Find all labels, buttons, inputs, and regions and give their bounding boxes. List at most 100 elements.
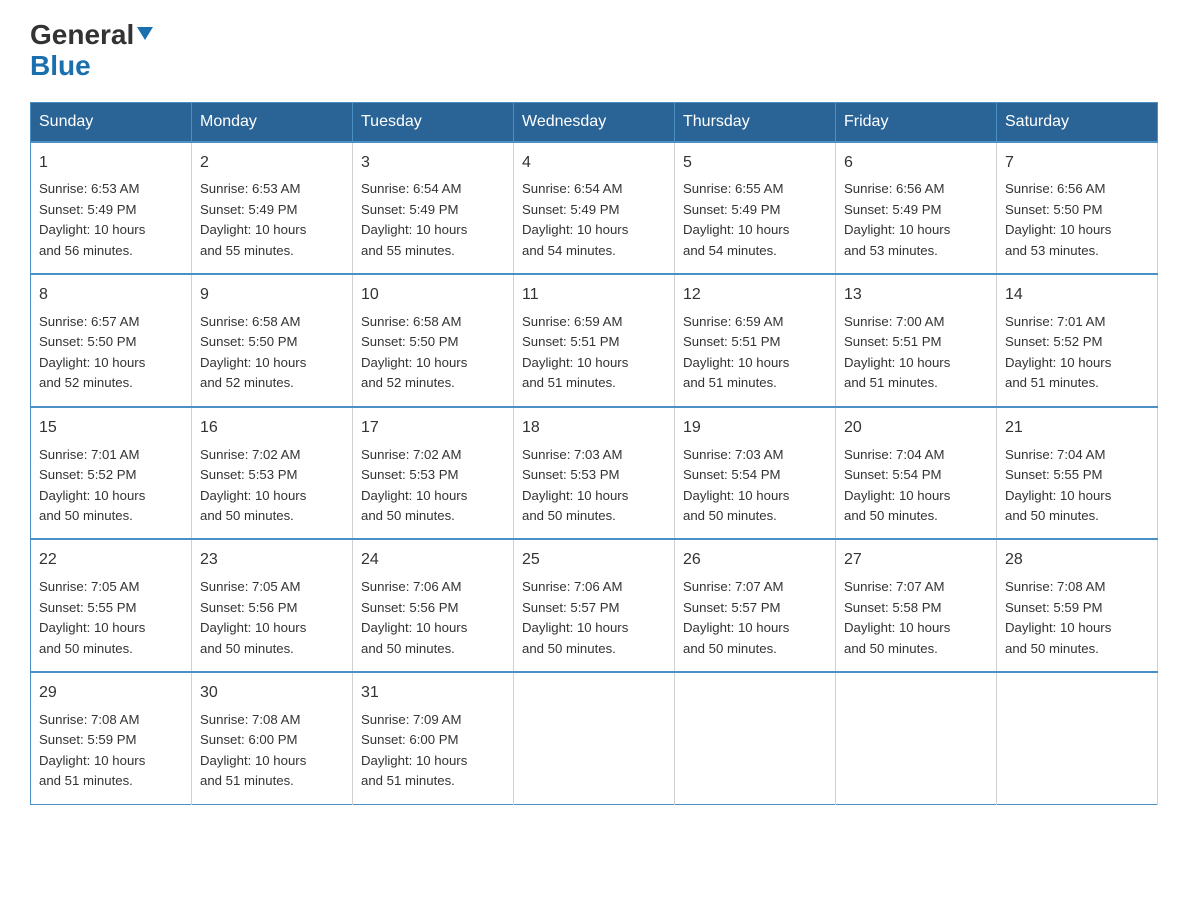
header-monday: Monday [192, 102, 353, 142]
day-info: Sunrise: 6:53 AMSunset: 5:49 PMDaylight:… [200, 179, 344, 261]
calendar-cell: 19 Sunrise: 7:03 AMSunset: 5:54 PMDayligh… [675, 407, 836, 540]
calendar-cell: 31Sunrise: 7:09 AMSunset: 6:00 PMDayligh… [353, 672, 514, 804]
calendar-header-row: SundayMondayTuesdayWednesdayThursdayFrid… [31, 102, 1158, 142]
calendar-cell: 24 Sunrise: 7:06 AMSunset: 5:56 PMDayligh… [353, 539, 514, 672]
calendar-cell: 21Sunrise: 7:04 AMSunset: 5:55 PMDayligh… [997, 407, 1158, 540]
day-number: 19 [683, 416, 827, 441]
day-info: Sunrise: 7:07 AMSunset: 5:58 PMDaylight:… [844, 577, 988, 659]
day-info: Sunrise: 6:57 AMSunset: 5:50 PMDaylight:… [39, 312, 183, 394]
calendar-cell: 2 Sunrise: 6:53 AMSunset: 5:49 PMDaylight… [192, 142, 353, 275]
calendar-week-row: 22 Sunrise: 7:05 AMSunset: 5:55 PMDayligh… [31, 539, 1158, 672]
calendar-cell: 11 Sunrise: 6:59 AMSunset: 5:51 PMDayligh… [514, 274, 675, 407]
day-number: 16 [200, 416, 344, 441]
header-wednesday: Wednesday [514, 102, 675, 142]
calendar-cell: 18 Sunrise: 7:03 AMSunset: 5:53 PMDayligh… [514, 407, 675, 540]
day-info: Sunrise: 7:07 AMSunset: 5:57 PMDaylight:… [683, 577, 827, 659]
day-info: Sunrise: 6:59 AMSunset: 5:51 PMDaylight:… [522, 312, 666, 394]
day-number: 2 [200, 151, 344, 176]
calendar-cell: 22 Sunrise: 7:05 AMSunset: 5:55 PMDayligh… [31, 539, 192, 672]
day-number: 28 [1005, 548, 1149, 573]
day-number: 18 [522, 416, 666, 441]
day-number: 13 [844, 283, 988, 308]
calendar-cell [675, 672, 836, 804]
calendar-cell: 12 Sunrise: 6:59 AMSunset: 5:51 PMDayligh… [675, 274, 836, 407]
day-info: Sunrise: 7:06 AMSunset: 5:56 PMDaylight:… [361, 577, 505, 659]
calendar-cell [997, 672, 1158, 804]
day-info: Sunrise: 6:58 AMSunset: 5:50 PMDaylight:… [200, 312, 344, 394]
day-info: Sunrise: 7:08 AMSunset: 6:00 PMDaylight:… [200, 710, 344, 792]
day-number: 4 [522, 151, 666, 176]
day-info: Sunrise: 7:08 AMSunset: 5:59 PMDaylight:… [39, 710, 183, 792]
day-info: Sunrise: 6:59 AMSunset: 5:51 PMDaylight:… [683, 312, 827, 394]
day-number: 25 [522, 548, 666, 573]
calendar-table: SundayMondayTuesdayWednesdayThursdayFrid… [30, 102, 1158, 805]
day-number: 3 [361, 151, 505, 176]
header-saturday: Saturday [997, 102, 1158, 142]
logo-blue: Blue [30, 51, 91, 82]
calendar-cell: 7Sunrise: 6:56 AMSunset: 5:50 PMDaylight… [997, 142, 1158, 275]
day-info: Sunrise: 7:02 AMSunset: 5:53 PMDaylight:… [361, 445, 505, 527]
day-number: 11 [522, 283, 666, 308]
day-info: Sunrise: 6:58 AMSunset: 5:50 PMDaylight:… [361, 312, 505, 394]
calendar-cell [514, 672, 675, 804]
day-info: Sunrise: 7:01 AMSunset: 5:52 PMDaylight:… [39, 445, 183, 527]
calendar-cell: 1 Sunrise: 6:53 AMSunset: 5:49 PMDaylight… [31, 142, 192, 275]
calendar-cell: 16 Sunrise: 7:02 AMSunset: 5:53 PMDayligh… [192, 407, 353, 540]
day-info: Sunrise: 7:04 AMSunset: 5:55 PMDaylight:… [1005, 445, 1149, 527]
calendar-cell: 29 Sunrise: 7:08 AMSunset: 5:59 PMDayligh… [31, 672, 192, 804]
calendar-cell: 23Sunrise: 7:05 AMSunset: 5:56 PMDayligh… [192, 539, 353, 672]
calendar-cell [836, 672, 997, 804]
day-info: Sunrise: 6:55 AMSunset: 5:49 PMDaylight:… [683, 179, 827, 261]
calendar-week-row: 29 Sunrise: 7:08 AMSunset: 5:59 PMDayligh… [31, 672, 1158, 804]
header-tuesday: Tuesday [353, 102, 514, 142]
calendar-cell: 14Sunrise: 7:01 AMSunset: 5:52 PMDayligh… [997, 274, 1158, 407]
calendar-cell: 25 Sunrise: 7:06 AMSunset: 5:57 PMDayligh… [514, 539, 675, 672]
day-info: Sunrise: 6:56 AMSunset: 5:50 PMDaylight:… [1005, 179, 1149, 261]
day-info: Sunrise: 7:03 AMSunset: 5:54 PMDaylight:… [683, 445, 827, 527]
calendar-cell: 13 Sunrise: 7:00 AMSunset: 5:51 PMDayligh… [836, 274, 997, 407]
calendar-cell: 27Sunrise: 7:07 AMSunset: 5:58 PMDayligh… [836, 539, 997, 672]
calendar-week-row: 15Sunrise: 7:01 AMSunset: 5:52 PMDayligh… [31, 407, 1158, 540]
day-info: Sunrise: 7:05 AMSunset: 5:56 PMDaylight:… [200, 577, 344, 659]
day-number: 30 [200, 681, 344, 706]
day-info: Sunrise: 7:05 AMSunset: 5:55 PMDaylight:… [39, 577, 183, 659]
day-info: Sunrise: 6:54 AMSunset: 5:49 PMDaylight:… [361, 179, 505, 261]
header-sunday: Sunday [31, 102, 192, 142]
header-thursday: Thursday [675, 102, 836, 142]
day-number: 17 [361, 416, 505, 441]
calendar-cell: 17 Sunrise: 7:02 AMSunset: 5:53 PMDayligh… [353, 407, 514, 540]
day-number: 29 [39, 681, 183, 706]
day-info: Sunrise: 7:00 AMSunset: 5:51 PMDaylight:… [844, 312, 988, 394]
day-number: 24 [361, 548, 505, 573]
logo: General Blue [30, 20, 153, 82]
calendar-cell: 8Sunrise: 6:57 AMSunset: 5:50 PMDaylight… [31, 274, 192, 407]
day-info: Sunrise: 7:02 AMSunset: 5:53 PMDaylight:… [200, 445, 344, 527]
day-number: 1 [39, 151, 183, 176]
day-info: Sunrise: 7:06 AMSunset: 5:57 PMDaylight:… [522, 577, 666, 659]
day-info: Sunrise: 7:04 AMSunset: 5:54 PMDaylight:… [844, 445, 988, 527]
logo-triangle-icon [137, 27, 153, 40]
day-number: 22 [39, 548, 183, 573]
day-number: 20 [844, 416, 988, 441]
day-number: 5 [683, 151, 827, 176]
day-number: 12 [683, 283, 827, 308]
calendar-week-row: 8Sunrise: 6:57 AMSunset: 5:50 PMDaylight… [31, 274, 1158, 407]
header-friday: Friday [836, 102, 997, 142]
day-number: 9 [200, 283, 344, 308]
calendar-cell: 30 Sunrise: 7:08 AMSunset: 6:00 PMDayligh… [192, 672, 353, 804]
page-header: General Blue [30, 20, 1158, 82]
day-number: 6 [844, 151, 988, 176]
day-info: Sunrise: 7:09 AMSunset: 6:00 PMDaylight:… [361, 710, 505, 792]
day-info: Sunrise: 7:08 AMSunset: 5:59 PMDaylight:… [1005, 577, 1149, 659]
calendar-cell: 5 Sunrise: 6:55 AMSunset: 5:49 PMDaylight… [675, 142, 836, 275]
calendar-cell: 20 Sunrise: 7:04 AMSunset: 5:54 PMDayligh… [836, 407, 997, 540]
calendar-cell: 9 Sunrise: 6:58 AMSunset: 5:50 PMDaylight… [192, 274, 353, 407]
day-info: Sunrise: 7:03 AMSunset: 5:53 PMDaylight:… [522, 445, 666, 527]
day-number: 14 [1005, 283, 1149, 308]
logo-general: General [30, 20, 153, 51]
day-number: 26 [683, 548, 827, 573]
day-info: Sunrise: 6:56 AMSunset: 5:49 PMDaylight:… [844, 179, 988, 261]
calendar-cell: 15Sunrise: 7:01 AMSunset: 5:52 PMDayligh… [31, 407, 192, 540]
day-info: Sunrise: 6:53 AMSunset: 5:49 PMDaylight:… [39, 179, 183, 261]
day-number: 10 [361, 283, 505, 308]
